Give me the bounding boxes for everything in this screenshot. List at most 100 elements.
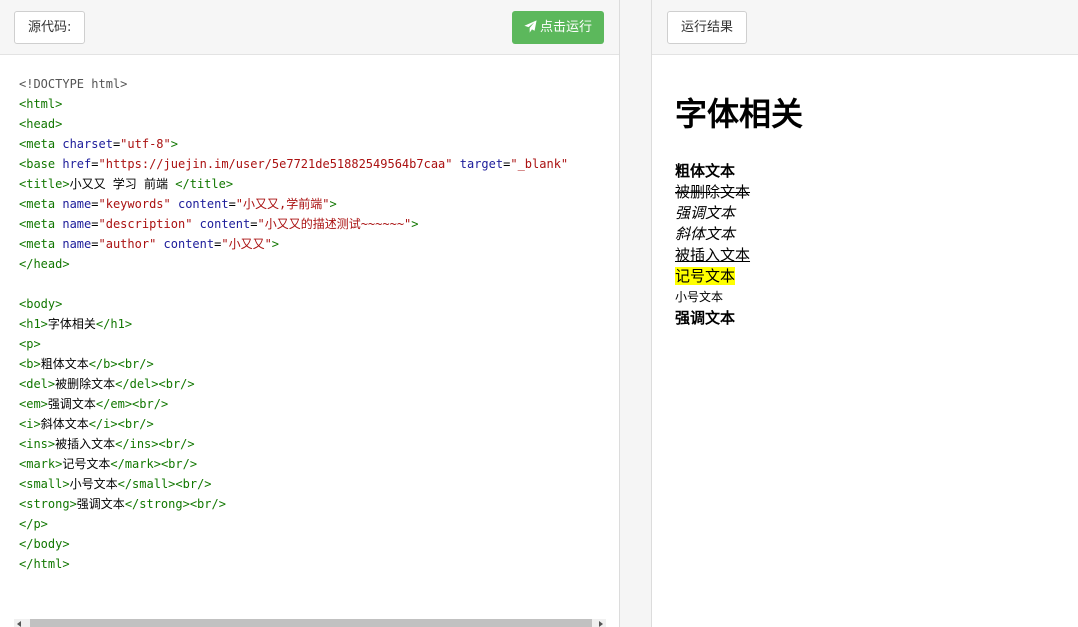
code-line: <p>	[19, 334, 605, 354]
code-line: <meta name="author" content="小又又">	[19, 234, 605, 254]
code-token: 被删除文本	[55, 377, 116, 391]
code-line: <title>小又又 学习 前端 </title>	[19, 174, 605, 194]
code-token: <em>	[19, 397, 48, 411]
code-line: <small>小号文本</small><br/>	[19, 474, 605, 494]
code-token: 斜体文本	[40, 417, 89, 431]
code-token: =	[91, 157, 99, 171]
bold-text: 粗体文本	[675, 162, 736, 180]
code-line: <html>	[19, 94, 605, 114]
code-token: "author"	[98, 237, 157, 251]
source-code-panel: 源代码: 点击运行 <!DOCTYPE html> <html> <head> <me…	[0, 0, 620, 627]
code-token: </ins><br/>	[115, 437, 195, 451]
code-token: =	[91, 197, 99, 211]
code-token: <base	[19, 157, 63, 171]
code-token: name	[62, 217, 92, 231]
run-button[interactable]: 点击运行	[511, 11, 604, 44]
code-token: >	[329, 197, 337, 211]
scroll-right-arrow-icon[interactable]	[599, 621, 603, 627]
marked-text: 记号文本	[675, 267, 736, 285]
code-token: content	[163, 237, 215, 251]
code-token: </body>	[19, 537, 70, 551]
code-token: <ins>	[19, 437, 56, 451]
code-token: >	[411, 217, 419, 231]
code-token: "description"	[98, 217, 193, 231]
code-token: content	[177, 197, 229, 211]
code-token: <p>	[19, 337, 41, 351]
code-token: "utf-8"	[120, 137, 171, 151]
code-token: "_blank"	[510, 157, 569, 171]
run-button-label: 点击运行	[539, 20, 592, 35]
code-token: 记号文本	[62, 457, 111, 471]
code-token: </i><br/>	[88, 417, 154, 431]
code-token: "小又又"	[221, 237, 272, 251]
code-token: <head>	[19, 117, 63, 131]
code-token: </html>	[19, 557, 70, 571]
code-token: <meta	[19, 237, 63, 251]
code-line: <del>被删除文本</del><br/>	[19, 374, 605, 394]
code-token: 字体相关	[47, 317, 96, 331]
code-line: <base href="https://juejin.im/user/5e772…	[19, 154, 605, 174]
code-line: <head>	[19, 114, 605, 134]
inserted-text: 被插入文本	[675, 246, 751, 264]
mark-line: 记号文本	[675, 266, 1068, 287]
italic-text: 斜体文本	[675, 225, 736, 243]
code-token: 小号文本	[69, 477, 118, 491]
code-token: </em><br/>	[95, 397, 169, 411]
code-token: <!DOCTYPE html>	[19, 77, 128, 91]
scroll-left-arrow-icon[interactable]	[17, 621, 21, 627]
code-token: <meta	[19, 137, 63, 151]
code-token: <h1>	[19, 317, 48, 331]
code-token: </title>	[175, 177, 234, 191]
scrollbar-thumb[interactable]	[30, 619, 592, 627]
code-token: <body>	[19, 297, 63, 311]
code-token: <meta	[19, 217, 63, 231]
code-token: <small>	[19, 477, 70, 491]
code-line: <strong>强调文本</strong><br/>	[19, 494, 605, 514]
code-token: content	[199, 217, 251, 231]
code-line: </html>	[19, 554, 605, 574]
code-token: <i>	[19, 417, 41, 431]
code-token: </h1>	[95, 317, 133, 331]
code-token: </b><br/>	[88, 357, 154, 371]
rendered-output: 字体相关 粗体文本 被删除文本 强调文本 斜体文本 被插入文本 记号文本 小号文…	[675, 90, 1068, 329]
code-token: 强调文本	[76, 497, 125, 511]
code-token: charset	[62, 137, 113, 151]
code-token: </mark><br/>	[110, 457, 198, 471]
code-token: </head>	[19, 257, 70, 271]
code-line: <ins>被插入文本</ins><br/>	[19, 434, 605, 454]
code-line: <meta name="keywords" content="小又又,学前端">	[19, 194, 605, 214]
code-token: </del><br/>	[115, 377, 195, 391]
code-line: <em>强调文本</em><br/>	[19, 394, 605, 414]
code-token: "https://juejin.im/user/5e7721de51882549…	[98, 157, 453, 171]
source-toolbar: 源代码: 点击运行	[0, 0, 619, 55]
code-line: </body>	[19, 534, 605, 554]
code-line: <!DOCTYPE html>	[19, 74, 605, 94]
horizontal-scrollbar[interactable]	[14, 619, 606, 627]
code-token: "小又又的描述测试~~~~~~"	[257, 217, 412, 231]
code-token: target	[459, 157, 504, 171]
source-code-label: 源代码:	[28, 20, 72, 35]
code-token: =	[91, 237, 99, 251]
source-code-label-button[interactable]: 源代码:	[14, 11, 86, 44]
code-token: <meta	[19, 197, 63, 211]
run-result-label-button[interactable]: 运行结果	[667, 11, 748, 44]
code-line: <body>	[19, 294, 605, 314]
code-token: <del>	[19, 377, 56, 391]
paper-plane-icon	[524, 20, 540, 35]
code-line: <i>斜体文本</i><br/>	[19, 414, 605, 434]
code-token: <b>	[19, 357, 41, 371]
code-token: <mark>	[19, 457, 63, 471]
code-line: <meta name="description" content="小又又的描述…	[19, 214, 605, 234]
code-token: <title>	[19, 177, 70, 191]
code-token: </strong><br/>	[124, 497, 226, 511]
result-heading: 字体相关	[675, 95, 804, 133]
code-token: =	[228, 197, 236, 211]
code-token: <strong>	[19, 497, 77, 511]
code-token: "小又又,学前端"	[235, 197, 330, 211]
code-editor[interactable]: <!DOCTYPE html> <html> <head> <meta charset…	[19, 74, 605, 574]
